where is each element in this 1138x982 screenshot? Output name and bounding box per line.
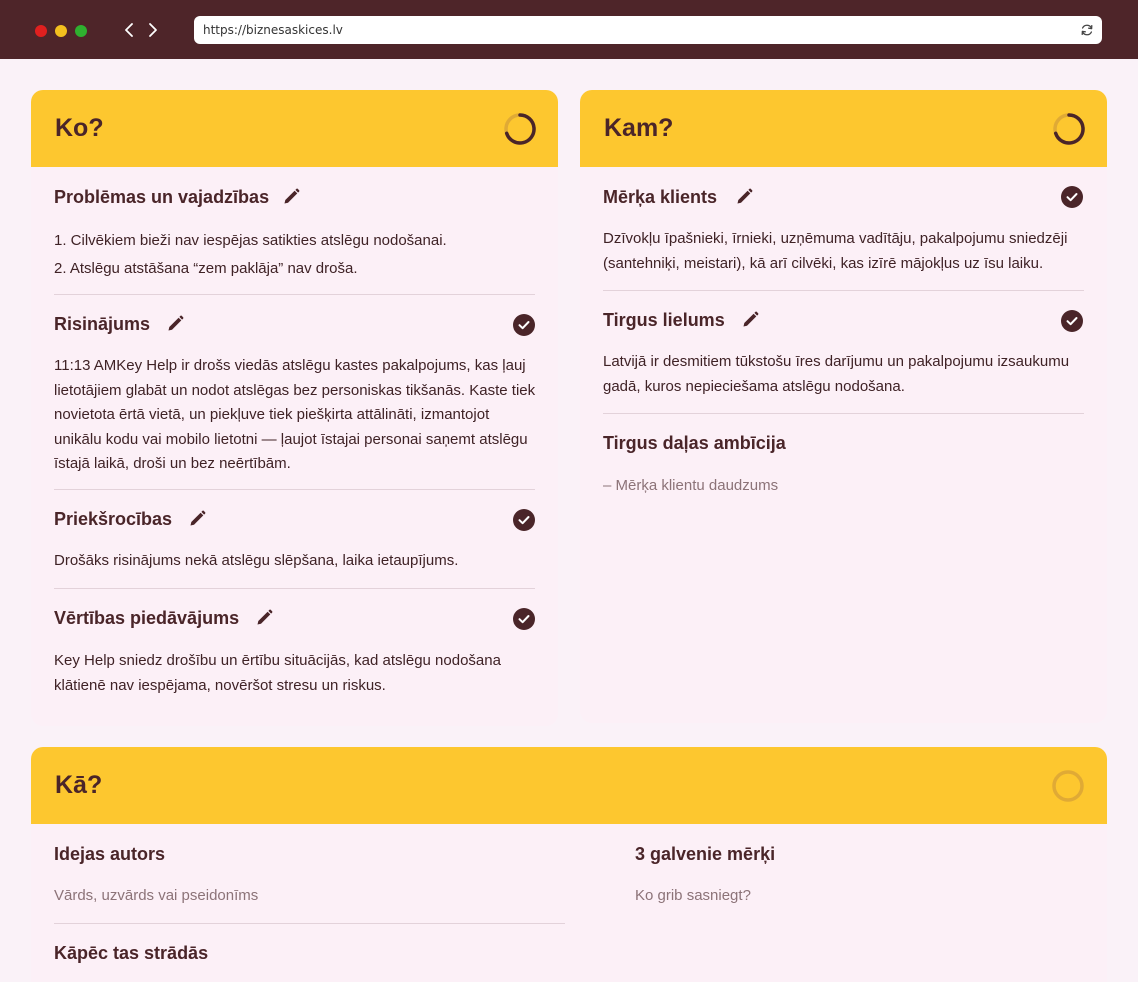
pencil-icon[interactable] <box>188 510 206 528</box>
divider <box>54 294 535 295</box>
divider <box>603 290 1084 291</box>
target-client-text: Dzīvokļu īpašnieki, īrnieki, uzņēmuma va… <box>603 230 1068 272</box>
check-circle-icon <box>1061 186 1083 208</box>
check-circle-icon <box>513 509 535 531</box>
section-title-solution: Risinājums <box>54 314 151 334</box>
section-title-value-proposition: Vērtības piedāvājums <box>54 608 240 628</box>
pencil-icon[interactable] <box>282 188 300 206</box>
card-header: Ko? <box>31 90 558 167</box>
list-item: 1. Cilvēkiem bieži nav iespējas satiktie… <box>54 232 447 249</box>
divider <box>54 489 535 490</box>
market-size-text: Latvijā ir desmitiem tūkstošu īres darīj… <box>603 353 1070 395</box>
reload-icon[interactable] <box>1080 23 1094 37</box>
section-title-market-size: Tirgus lielums <box>603 310 725 330</box>
minimize-window-button[interactable] <box>55 25 67 37</box>
card-title: Kam? <box>604 114 674 142</box>
check-circle-icon <box>513 314 535 336</box>
idea-author-placeholder[interactable]: Vārds, uzvārds vai pseidonīms <box>54 884 554 909</box>
section-title-why-it-works: Kāpēc tas strādās <box>54 943 209 963</box>
card-title: Kā? <box>55 771 103 799</box>
close-window-button[interactable] <box>35 25 47 37</box>
problems-list: 1. Cilvēkiem bieži nav iespējas satiktie… <box>54 227 534 283</box>
pencil-icon[interactable] <box>255 609 273 627</box>
card-title: Ko? <box>55 114 104 142</box>
divider <box>603 413 1084 414</box>
market-share-placeholder[interactable]: – Mērķa klientu daudzums <box>603 474 1085 499</box>
section-title-target-client: Mērķa klients <box>603 187 718 207</box>
back-arrow-icon[interactable] <box>122 21 136 39</box>
card-header: Kā? <box>31 747 1107 824</box>
advantages-text: Drošāks risinājums nekā atslēgu slēpšana… <box>54 552 459 569</box>
progress-ring-icon <box>1051 769 1085 803</box>
browser-toolbar: https://biznesaskices.lv <box>0 0 1138 59</box>
kam-card: Kam? Mērķa klients Dzīvokļu īpašnieki, ī… <box>580 90 1107 723</box>
check-circle-icon <box>513 608 535 630</box>
address-bar[interactable]: https://biznesaskices.lv <box>194 16 1102 44</box>
section-title-idea-author: Idejas autors <box>54 844 166 864</box>
maximize-window-button[interactable] <box>75 25 87 37</box>
card-header: Kam? <box>580 90 1107 167</box>
pencil-icon[interactable] <box>735 188 753 206</box>
pencil-icon[interactable] <box>166 315 184 333</box>
ka-card: Kā? Idejas autors Vārds, uzvārds vai pse… <box>31 747 1107 982</box>
section-title-problems: Problēmas un vajadzības <box>54 187 270 207</box>
forward-arrow-icon[interactable] <box>146 21 160 39</box>
solution-text: 11:13 AMKey Help ir drošs viedās atslēgu… <box>54 357 536 472</box>
divider <box>54 588 535 589</box>
section-title-main-goals: 3 galvenie mērķi <box>635 844 776 864</box>
divider <box>54 923 565 924</box>
progress-ring-icon <box>1052 112 1086 146</box>
ko-card: Ko? Problēmas un vajadzības 1. Cilvēkiem… <box>31 90 558 726</box>
pencil-icon[interactable] <box>741 311 759 329</box>
list-item: 2. Atslēgu atstāšana “zem paklāja” nav d… <box>54 260 358 277</box>
check-circle-icon <box>1061 310 1083 332</box>
main-goals-placeholder[interactable]: Ko grib sasniegt? <box>635 884 1075 909</box>
url-text: https://biznesaskices.lv <box>203 23 343 37</box>
value-proposition-text: Key Help sniedz drošību un ērtību situāc… <box>54 652 501 694</box>
section-title-advantages: Priekšrocības <box>54 509 173 529</box>
section-title-market-share-ambition: Tirgus daļas ambīcija <box>603 433 786 453</box>
progress-ring-icon <box>503 112 537 146</box>
